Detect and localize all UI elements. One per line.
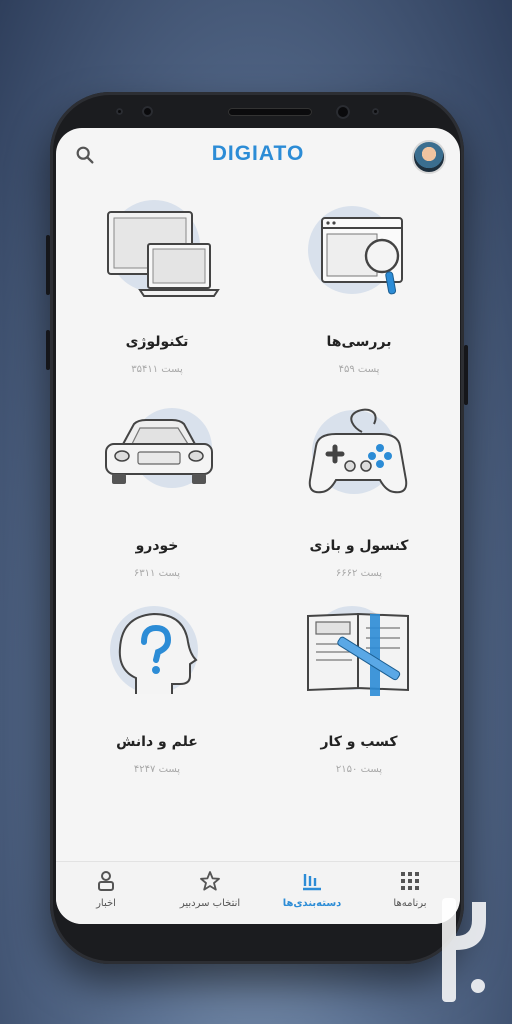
gamepad-icon	[308, 408, 408, 494]
star-icon	[200, 871, 220, 891]
category-title: کسب و کار	[320, 734, 398, 750]
tab-label: دسته‌بندی‌ها	[282, 898, 342, 909]
sensor	[372, 108, 379, 115]
user-avatar[interactable]	[412, 140, 446, 174]
browser-magnifier-icon	[308, 206, 403, 295]
news-user-icon	[98, 871, 114, 891]
category-card-games[interactable]: کنسول و بازی ۶۶۶۲ پست	[258, 392, 460, 592]
tab-news[interactable]: اخبار	[56, 870, 156, 920]
category-title: علم و دانش	[116, 734, 198, 750]
bixby-button	[46, 330, 50, 370]
category-post-count: ۳۵۴۱۱ پست	[131, 364, 183, 375]
tab-label: اخبار	[96, 898, 116, 909]
proximity-sensor	[142, 106, 153, 117]
category-title: بررسی‌ها	[326, 334, 392, 350]
power-button	[464, 345, 468, 405]
earpiece-speaker	[228, 108, 312, 116]
app-screen: DIGIATO بررسی‌ها ۴۵۹ پست	[56, 128, 460, 924]
devices-icon	[107, 200, 220, 297]
category-title: کنسول و بازی	[309, 538, 409, 554]
bottom-navigation: برنامه‌ها دسته‌بندی‌ها انتخاب سردبیر اخب…	[56, 861, 460, 924]
category-post-count: ۲۱۵۰ پست	[335, 764, 383, 775]
front-camera	[336, 105, 350, 119]
category-card-science[interactable]: علم و دانش ۴۲۴۷ پست	[56, 588, 258, 788]
category-title: تکنولوژی	[125, 334, 189, 350]
categories-icon	[303, 874, 321, 891]
iris-sensor	[116, 108, 123, 115]
category-post-count: ۶۶۶۲ پست	[335, 568, 383, 579]
category-card-car[interactable]: خودرو ۶۳۱۱ پست	[56, 392, 258, 592]
app-logo: DIGIATO	[211, 142, 305, 165]
apps-grid-icon	[401, 872, 419, 890]
volume-button	[46, 235, 50, 295]
tab-categories[interactable]: دسته‌بندی‌ها	[262, 870, 362, 920]
category-card-technology[interactable]: تکنولوژی ۳۵۴۱۱ پست	[56, 188, 258, 388]
notebook-pen-icon	[307, 606, 409, 696]
category-post-count: ۴۲۴۷ پست	[133, 764, 181, 775]
category-post-count: ۴۵۹ پست	[338, 364, 380, 375]
category-card-reviews[interactable]: بررسی‌ها ۴۵۹ پست	[258, 188, 460, 388]
store-watermark-logo	[442, 898, 486, 1002]
category-title: خودرو	[135, 538, 179, 554]
tab-editors-choice[interactable]: انتخاب سردبیر	[160, 870, 260, 920]
tab-label: انتخاب سردبیر	[179, 898, 241, 909]
car-icon	[105, 408, 213, 488]
category-post-count: ۶۳۱۱ پست	[133, 568, 181, 579]
top-bar: DIGIATO	[56, 128, 460, 184]
head-question-icon	[110, 606, 198, 694]
category-card-business[interactable]: کسب و کار ۲۱۵۰ پست	[258, 588, 460, 788]
